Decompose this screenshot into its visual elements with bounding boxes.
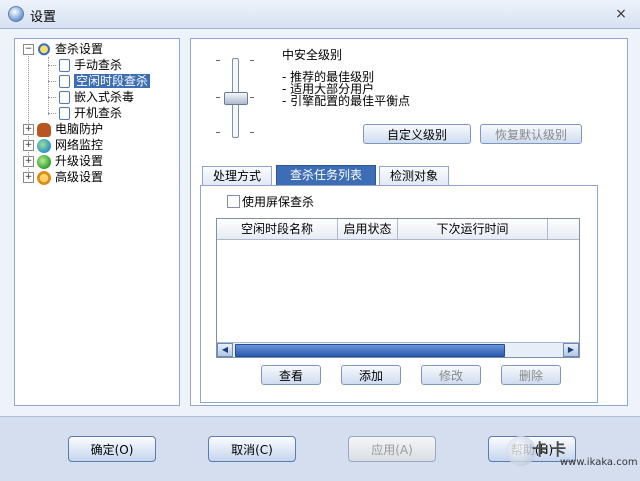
- modify-button[interactable]: 修改: [421, 365, 481, 385]
- screensaver-scan-checkbox[interactable]: [227, 195, 240, 208]
- tree-item-label: 高级设置: [55, 170, 104, 184]
- watermark-url: www.ikaka.com: [560, 457, 638, 468]
- watermark: 卡卡 www.ikaka.com: [506, 434, 638, 476]
- security-level-desc-line: - 引擎配置的最佳平衡点: [282, 94, 411, 108]
- tree-line: [48, 81, 56, 82]
- tree-item-pc-protection[interactable]: + 电脑防护: [23, 121, 103, 137]
- tree-item-advanced-settings[interactable]: + 高级设置: [23, 169, 103, 185]
- scroll-left-icon[interactable]: ◀: [217, 343, 233, 357]
- tree-item-label: 空闲时段查杀: [74, 74, 151, 88]
- tree-item-embedded-scan[interactable]: 嵌入式杀毒: [59, 89, 134, 105]
- add-button[interactable]: 添加: [341, 365, 401, 385]
- tab-detection-targets[interactable]: 检测对象: [379, 166, 449, 185]
- scroll-thumb[interactable]: [235, 344, 505, 357]
- window-title: 设置: [30, 10, 57, 25]
- expand-icon[interactable]: +: [23, 140, 34, 151]
- expand-icon[interactable]: +: [23, 172, 34, 183]
- document-icon: [59, 107, 70, 120]
- tree-item-manual-scan[interactable]: 手动查杀: [59, 57, 122, 73]
- collapse-icon[interactable]: −: [23, 44, 34, 55]
- tree-item-label: 电脑防护: [55, 122, 104, 136]
- document-icon: [59, 91, 70, 104]
- tree-item-label: 网络监控: [55, 138, 104, 152]
- expand-icon[interactable]: +: [23, 156, 34, 167]
- slider-tick: [250, 97, 254, 98]
- security-level-slider-thumb[interactable]: [224, 92, 248, 105]
- tree-line: [48, 65, 56, 66]
- list-header: 空闲时段名称 启用状态 下次运行时间: [217, 219, 579, 240]
- tree-item-update-settings[interactable]: + 升级设置: [23, 153, 103, 169]
- document-icon: [59, 59, 70, 72]
- scroll-right-icon[interactable]: ▶: [563, 343, 579, 357]
- tree-item-idle-scan[interactable]: 空闲时段查杀: [59, 73, 151, 89]
- settings-tree: − 查杀设置 手动查杀 空闲时段查杀 嵌入式杀毒 开机查杀 + 电脑防护 + 网络监控…: [14, 38, 180, 406]
- tree-line: [48, 113, 56, 114]
- column-header-overflow: [548, 219, 579, 239]
- tab-scan-task-list[interactable]: 查杀任务列表: [276, 165, 376, 185]
- custom-level-button[interactable]: 自定义级别: [363, 124, 471, 144]
- restore-default-level-button[interactable]: 恢复默认级别: [480, 124, 582, 144]
- tree-item-label: 查杀设置: [55, 42, 104, 56]
- close-button[interactable]: ×: [612, 5, 630, 23]
- column-header-next-run-time[interactable]: 下次运行时间: [398, 219, 548, 239]
- update-icon: [37, 154, 51, 169]
- horizontal-scrollbar[interactable]: ◀ ▶: [217, 342, 579, 357]
- tab-handling-method[interactable]: 处理方式: [202, 166, 272, 185]
- tree-item-label: 嵌入式杀毒: [74, 90, 135, 104]
- slider-tick: [216, 60, 220, 61]
- view-button[interactable]: 查看: [261, 365, 321, 385]
- tree-item-network-monitor[interactable]: + 网络监控: [23, 137, 103, 153]
- delete-button[interactable]: 删除: [501, 365, 561, 385]
- slider-tick: [250, 60, 254, 61]
- column-header-idle-period-name[interactable]: 空闲时段名称: [217, 219, 338, 239]
- document-icon: [59, 75, 70, 88]
- glove-icon: [37, 122, 51, 137]
- screensaver-scan-label[interactable]: 使用屏保查杀: [242, 193, 314, 210]
- title-bar: 设置 ×: [0, 0, 640, 29]
- ok-button[interactable]: 确定(O): [68, 436, 156, 462]
- slider-tick: [216, 132, 220, 133]
- expand-icon[interactable]: +: [23, 124, 34, 135]
- tree-item-label: 开机查杀: [74, 106, 123, 120]
- tree-item-label: 升级设置: [55, 154, 104, 168]
- globe-icon: [37, 138, 51, 153]
- idle-task-list[interactable]: 空闲时段名称 启用状态 下次运行时间 ◀ ▶: [216, 218, 580, 358]
- column-header-enabled-status[interactable]: 启用状态: [338, 219, 398, 239]
- app-icon: [8, 6, 24, 22]
- tree-line: [48, 97, 56, 98]
- tree-item-label: 手动查杀: [74, 58, 123, 72]
- security-level-title: 中安全级别: [282, 48, 343, 62]
- slider-tick: [250, 132, 254, 133]
- tree-item-boot-scan[interactable]: 开机查杀: [59, 105, 122, 121]
- apply-button[interactable]: 应用(A): [348, 436, 436, 462]
- tree-item-scan-settings[interactable]: − 查杀设置: [23, 41, 103, 57]
- cancel-button[interactable]: 取消(C): [208, 436, 296, 462]
- magnifier-icon: [37, 42, 51, 57]
- slider-tick: [216, 97, 220, 98]
- gear-icon: [37, 170, 51, 185]
